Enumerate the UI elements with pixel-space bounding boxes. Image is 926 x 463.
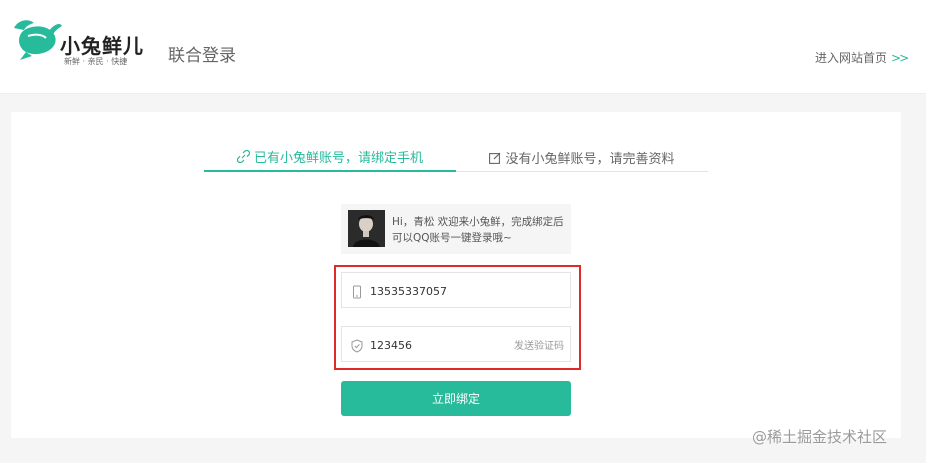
home-link[interactable]: 进入网站首页 >>	[815, 49, 909, 66]
double-chevron-right-icon: >>	[891, 51, 909, 65]
user-info: Hi，青松 欢迎来小兔鲜，完成绑定后可以QQ账号一键登录哦~	[341, 204, 571, 254]
edit-icon	[489, 152, 501, 164]
bind-now-button[interactable]: 立即绑定	[341, 381, 571, 416]
tab-complete-profile[interactable]: 没有小兔鲜账号，请完善资料	[456, 143, 708, 172]
code-input[interactable]	[370, 333, 520, 357]
home-link-label: 进入网站首页	[815, 51, 888, 65]
phone-input[interactable]	[370, 279, 520, 303]
rabbit-logo-icon	[14, 20, 62, 60]
logo-slogan: 新鲜 · 亲民 · 快捷	[64, 57, 128, 66]
tab-bar: 已有小兔鲜账号，请绑定手机 没有小兔鲜账号，请完善资料	[204, 143, 708, 172]
header: 小兔鲜儿 新鲜 · 亲民 · 快捷 联合登录 进入网站首页 >>	[0, 0, 926, 94]
bind-card: 已有小兔鲜账号，请绑定手机 没有小兔鲜账号，请完善资料 Hi，青松 欢迎来小兔鲜…	[11, 112, 901, 438]
logo-name: 小兔鲜儿	[60, 34, 144, 58]
tab-complete-profile-label: 没有小兔鲜账号，请完善资料	[505, 152, 675, 167]
logo[interactable]: 小兔鲜儿 新鲜 · 亲民 · 快捷	[12, 14, 157, 70]
link-icon	[236, 150, 250, 163]
phone-field	[341, 272, 571, 308]
tab-bind-phone[interactable]: 已有小兔鲜账号，请绑定手机	[204, 143, 456, 172]
tab-bind-phone-label: 已有小兔鲜账号，请绑定手机	[253, 151, 423, 166]
avatar	[348, 210, 385, 247]
watermark: @稀土掘金技术社区	[752, 428, 888, 446]
send-code-button[interactable]: 发送验证码	[514, 337, 564, 352]
welcome-message: Hi，青松 欢迎来小兔鲜，完成绑定后可以QQ账号一键登录哦~	[392, 216, 564, 244]
phone-icon	[351, 284, 363, 299]
page-subtitle: 联合登录	[168, 46, 236, 66]
shield-icon	[351, 338, 363, 353]
code-field: 发送验证码	[341, 326, 571, 362]
